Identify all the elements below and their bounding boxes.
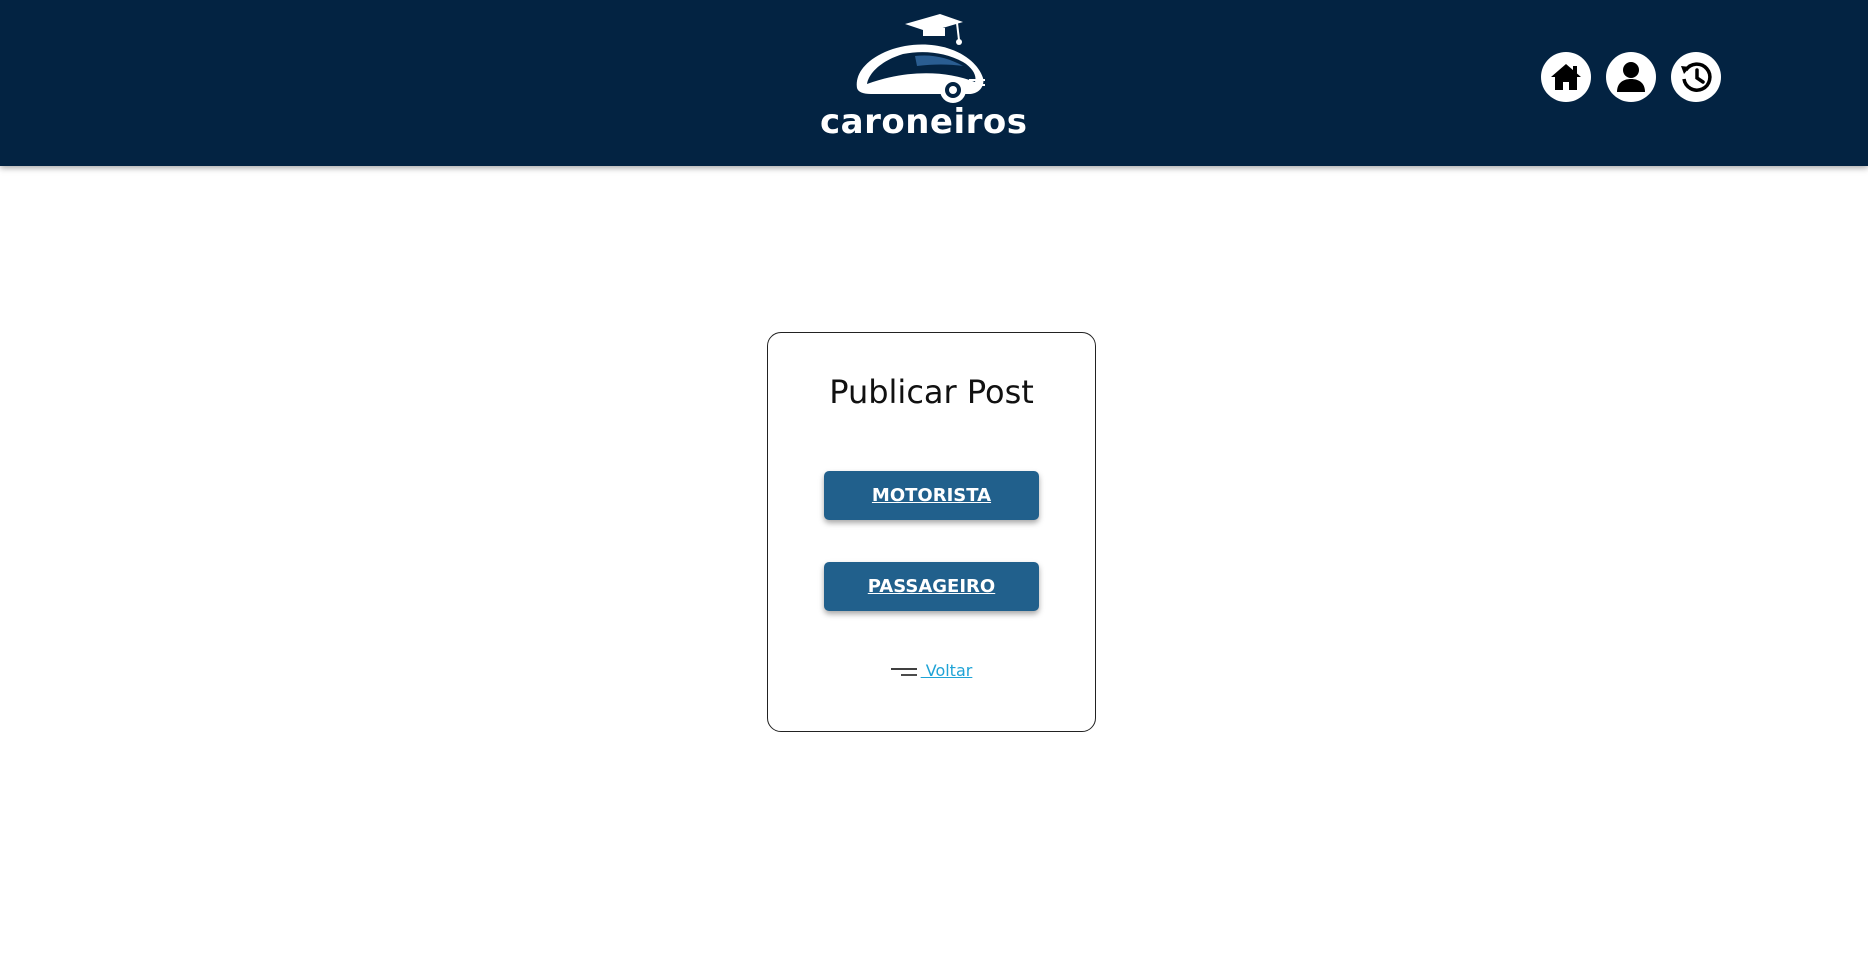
home-button[interactable] — [1541, 52, 1591, 102]
top-header: caroneiros — [0, 0, 1868, 166]
brand-logo[interactable]: caroneiros — [820, 10, 1028, 150]
back-link[interactable]: Voltar — [768, 661, 1095, 680]
history-button[interactable] — [1671, 52, 1721, 102]
motorista-button[interactable]: MOTORISTA — [824, 471, 1039, 520]
publish-post-card: Publicar Post MOTORISTA PASSAGEIRO Volta… — [767, 332, 1096, 732]
back-link-label: Voltar — [920, 661, 973, 680]
passageiro-button[interactable]: PASSAGEIRO — [824, 562, 1039, 611]
brand-name: caroneiros — [820, 102, 1028, 142]
user-icon — [1617, 62, 1645, 92]
car-graduation-cap-icon — [856, 14, 985, 103]
home-icon — [1551, 64, 1581, 90]
header-nav — [1541, 52, 1721, 102]
profile-button[interactable] — [1606, 52, 1656, 102]
menu-lines-icon — [890, 667, 917, 676]
card-title: Publicar Post — [829, 373, 1034, 411]
history-icon — [1681, 62, 1712, 92]
